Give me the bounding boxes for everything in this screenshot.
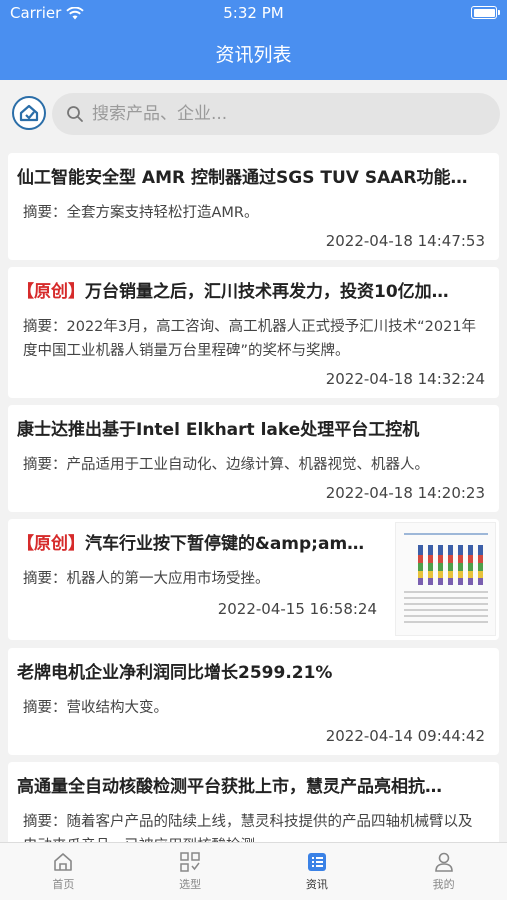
tab-label: 资讯: [305, 878, 328, 891]
article-time: 2022-04-18 14:47:53: [325, 232, 485, 250]
search-input[interactable]: [92, 104, 472, 124]
article-title: 【原创】汽车行业按下暂停键的&amp;am…: [17, 534, 365, 554]
profile-icon: [434, 852, 453, 872]
article-list: 仙工智能安全型 AMR 控制器通过SGS TUV SAAR功能… 摘要：全套方案…: [0, 146, 507, 842]
article-title: 高通量全自动核酸检测平台获批上市，慧灵产品亮相抗…: [17, 777, 442, 797]
article-thumbnail: [395, 522, 496, 636]
article-summary: 摘要：营收结构大变。: [23, 700, 168, 716]
home-logo-icon: [19, 104, 39, 122]
bottom-tab-bar: 首页 选型 资讯 我的: [0, 842, 507, 900]
tab-selection[interactable]: 选型: [127, 843, 254, 900]
article-title: 老牌电机企业净利润同比增长2599.21%: [17, 663, 333, 683]
article-tag: 【原创】: [17, 282, 85, 302]
home-logo-button[interactable]: [12, 96, 46, 130]
search-icon: [67, 106, 83, 122]
article-title: 【原创】万台销量之后，汇川技术再发力，投资10亿加…: [17, 282, 449, 302]
selection-icon: [180, 852, 200, 872]
article-card[interactable]: 高通量全自动核酸检测平台获批上市，慧灵产品亮相抗… 摘要：随着客户产品的陆续上线…: [8, 762, 499, 842]
status-time: 5:32 PM: [223, 4, 284, 22]
article-title: 仙工智能安全型 AMR 控制器通过SGS TUV SAAR功能…: [17, 168, 468, 188]
article-card[interactable]: 【原创】万台销量之后，汇川技术再发力，投资10亿加… 摘要：2022年3月，高工…: [8, 267, 499, 398]
article-time: 2022-04-14 09:44:42: [325, 727, 485, 745]
tab-home[interactable]: 首页: [0, 843, 127, 900]
tab-label: 首页: [52, 878, 75, 891]
article-time: 2022-04-18 14:20:23: [325, 484, 485, 502]
article-summary: 摘要：全套方案支持轻松打造AMR。: [23, 205, 259, 221]
article-card[interactable]: 康士达推出基于Intel Elkhart lake处理平台工控机 摘要：产品适用…: [8, 405, 499, 512]
article-card[interactable]: 【原创】汽车行业按下暂停键的&amp;am… 摘要：机器人的第一大应用市场受挫。…: [8, 519, 499, 640]
article-summary: 摘要：2022年3月，高工咨询、高工机器人正式授予汇川技术“2021年度中国工业…: [23, 319, 477, 359]
article-card[interactable]: 仙工智能安全型 AMR 控制器通过SGS TUV SAAR功能… 摘要：全套方案…: [8, 153, 499, 260]
article-time: 2022-04-15 16:58:24: [217, 600, 377, 618]
tab-profile[interactable]: 我的: [380, 843, 507, 900]
tab-label: 选型: [179, 878, 202, 891]
article-summary: 摘要：随着客户产品的陆续上线，慧灵科技提供的产品四轴机械臂以及电动夹爪产品，已被…: [23, 814, 473, 842]
home-icon: [54, 853, 73, 871]
article-summary: 摘要：产品适用于工业自动化、边缘计算、机器视觉、机器人。: [23, 457, 429, 473]
status-bar: Carrier 5:32 PM: [0, 0, 507, 26]
article-title: 康士达推出基于Intel Elkhart lake处理平台工控机: [17, 420, 420, 440]
app-header: Carrier 5:32 PM 资讯列表: [0, 0, 507, 80]
news-icon: [307, 853, 326, 871]
tab-news[interactable]: 资讯: [254, 843, 381, 900]
battery-icon: [471, 6, 500, 19]
page-title: 资讯列表: [215, 44, 292, 66]
search-box[interactable]: [52, 93, 500, 135]
article-summary: 摘要：机器人的第一大应用市场受挫。: [23, 571, 270, 587]
article-card[interactable]: 老牌电机企业净利润同比增长2599.21% 摘要：营收结构大变。 2022-04…: [8, 648, 499, 755]
article-time: 2022-04-18 14:32:24: [325, 370, 485, 388]
tab-label: 我的: [432, 878, 455, 891]
article-tag: 【原创】: [17, 534, 85, 554]
